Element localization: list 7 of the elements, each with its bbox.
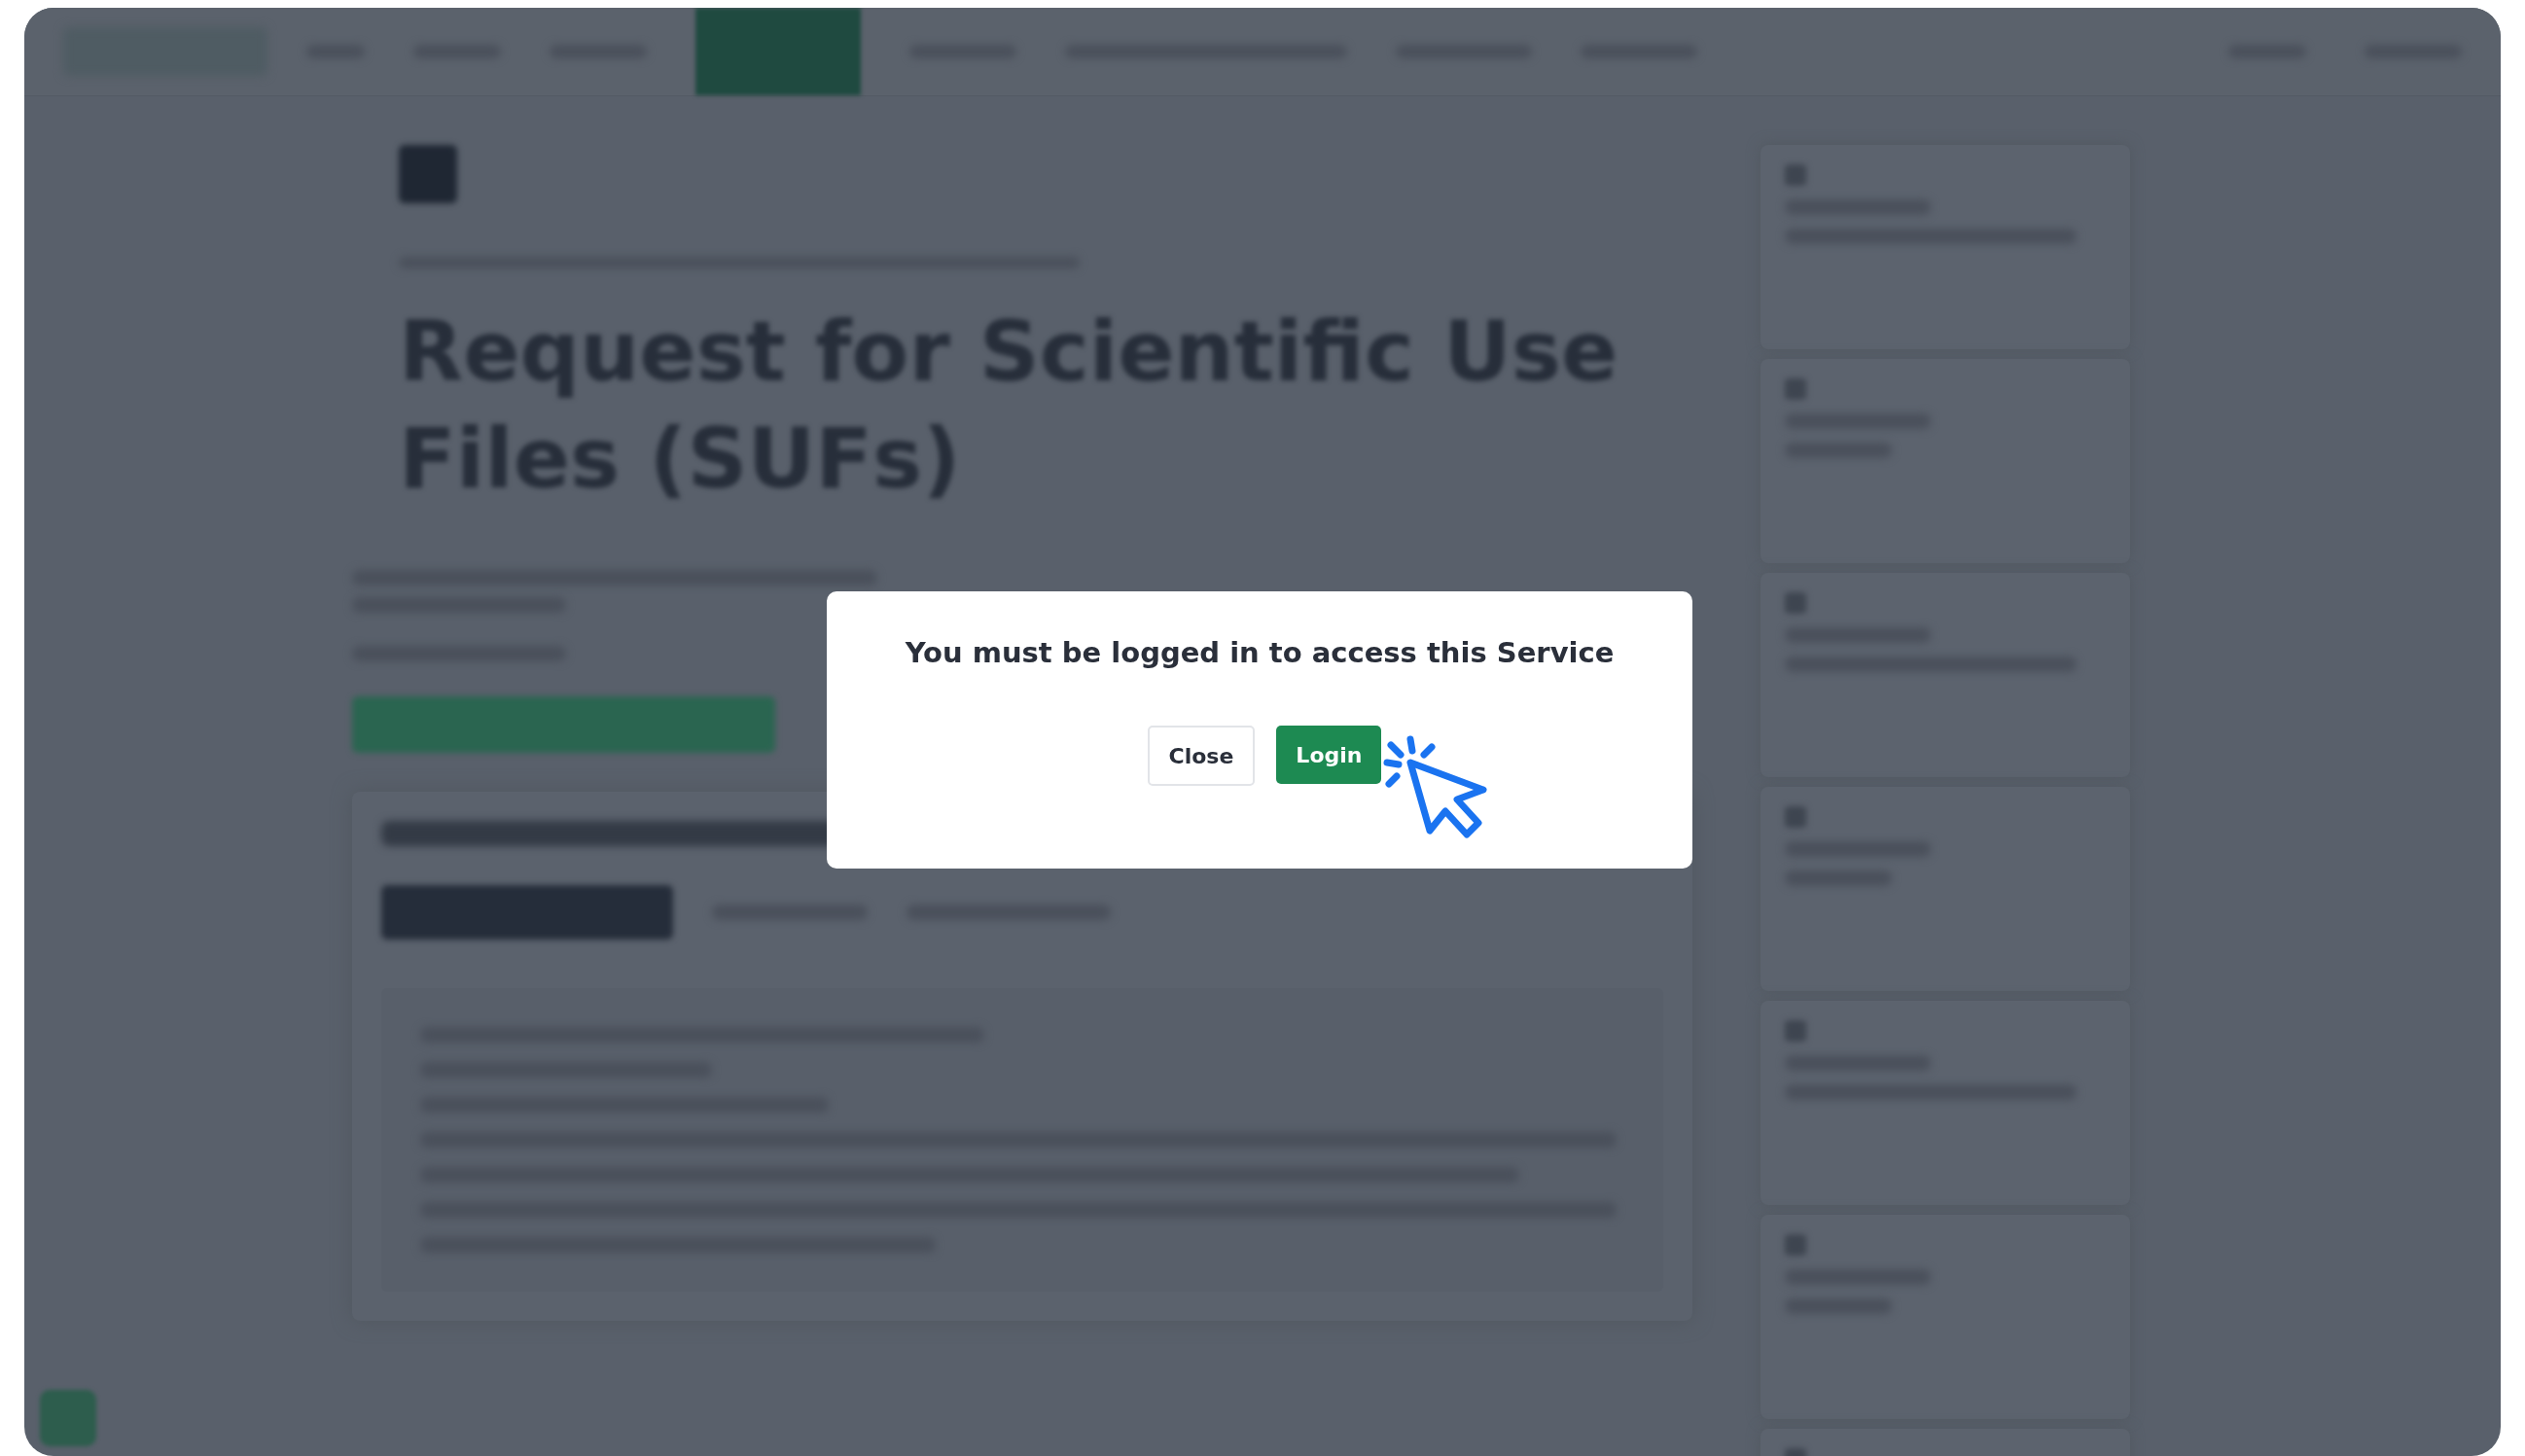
chat-icon[interactable] xyxy=(40,1390,96,1446)
service-icon xyxy=(399,145,457,203)
dialog-message: You must be logged in to access this Service xyxy=(905,636,1615,669)
login-button[interactable]: Login xyxy=(1276,726,1382,784)
close-button[interactable]: Close xyxy=(1147,726,1256,786)
nav-tab[interactable] xyxy=(695,8,861,95)
request-button[interactable] xyxy=(352,696,775,753)
